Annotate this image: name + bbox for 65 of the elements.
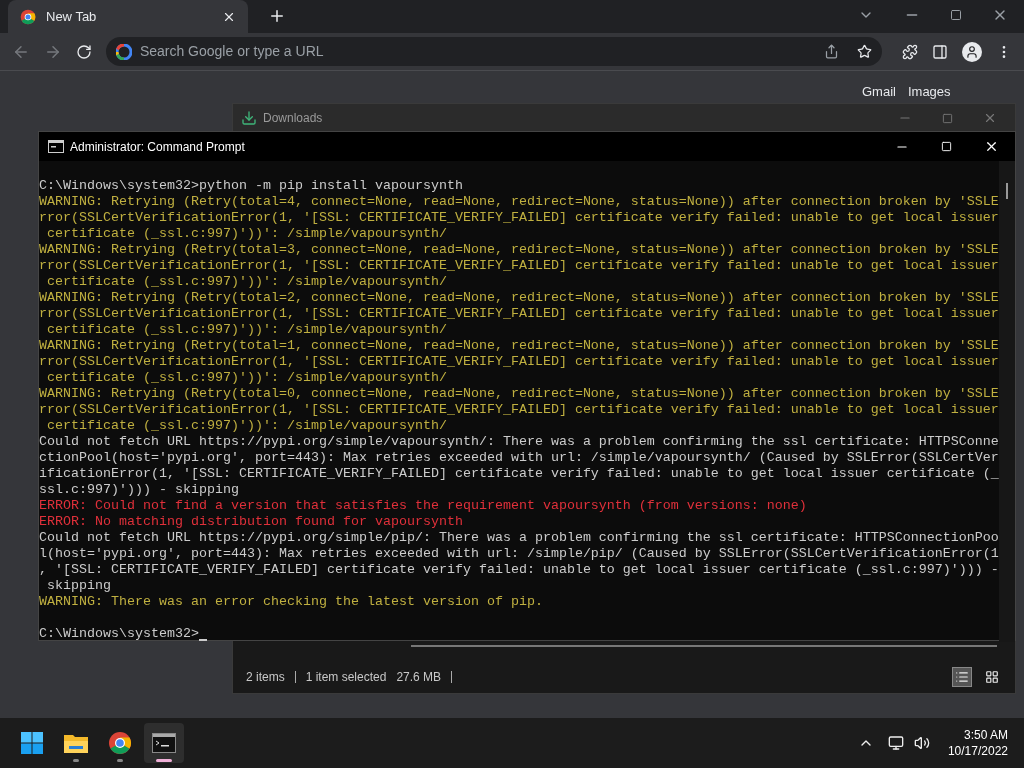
share-icon[interactable] xyxy=(824,44,840,59)
volume-icon[interactable] xyxy=(913,735,930,751)
list-icon xyxy=(955,670,969,684)
console-line: Could not fetch URL https://pypi.org/simple/pip/: There was a problem confirming the ssl certificate: HTTPSConnectionPoo xyxy=(39,530,999,546)
window-title: Administrator: Command Prompt xyxy=(70,138,246,156)
details-view-button[interactable] xyxy=(952,667,972,687)
console-line: C:\Windows\system32> xyxy=(39,626,199,642)
warning-line: rror(SSLCertVerificationError(1, '[SSL: CERTIFICATE_VERIFY_FAILED] certificate verify failed: unable to get local issuer xyxy=(39,354,999,370)
close-icon[interactable] xyxy=(984,139,999,154)
page-link[interactable]: Gmail xyxy=(862,84,896,99)
reload-icon[interactable] xyxy=(75,43,92,60)
extensions-icon[interactable] xyxy=(902,43,919,60)
console-line: C:\Windows\system32>python -m pip install vapoursynth xyxy=(39,178,463,194)
item-count: 2 items xyxy=(246,669,285,686)
warning-line: certificate (_ssl.c:997)'))': /simple/vapoursynth/ xyxy=(46,226,447,242)
chrome-icon xyxy=(108,731,132,755)
selection-info: 1 item selected xyxy=(305,669,387,686)
warning-line: WARNING: Retrying (Retry(total=2, connect=None, read=None, redirect=None, status=None)) after connection broken by 'SSLE xyxy=(39,290,999,306)
error-line: ERROR: No matching distribution found for vapoursynth xyxy=(39,514,463,530)
new-tab-icon[interactable] xyxy=(268,7,286,25)
console-line: l(host='pypi.org', port=443): Max retries exceeded with url: /simple/pip/ (Caused by SSLError(SSLCertVerificationError(1 xyxy=(39,546,999,562)
google-icon xyxy=(115,43,132,60)
tab-title: New Tab xyxy=(46,7,98,26)
profile-avatar[interactable] xyxy=(962,41,983,62)
side-panel-icon[interactable] xyxy=(932,43,949,60)
console-line: skipping xyxy=(46,578,111,594)
network-icon[interactable] xyxy=(887,735,904,751)
download-icon xyxy=(241,110,257,126)
console-line: Could not fetch URL https://pypi.org/simple/vapoursynth/: There was a problem confirming the ssl certificate: HTTPSConne xyxy=(39,434,999,450)
warning-line: WARNING: There was an error checking the latest version of pip. xyxy=(39,594,543,610)
warning-line: certificate (_ssl.c:997)'))': /simple/vapoursynth/ xyxy=(46,370,447,386)
scroll-bar[interactable] xyxy=(999,161,1015,642)
warning-line: WARNING: Retrying (Retry(total=4, connect=None, read=None, redirect=None, status=None)) after connection broken by 'SSLE xyxy=(39,194,999,210)
console-icon xyxy=(48,140,64,153)
warning-line: WARNING: Retrying (Retry(total=0, connect=None, read=None, redirect=None, status=None)) after connection broken by 'SSLE xyxy=(39,386,999,402)
page-link[interactable]: Images xyxy=(907,84,951,99)
text-cursor xyxy=(198,639,207,641)
warning-line: certificate (_ssl.c:997)'))': /simple/vapoursynth/ xyxy=(46,322,447,338)
warning-line: rror(SSLCertVerificationError(1, '[SSL: CERTIFICATE_VERIFY_FAILED] certificate verify failed: unable to get local issuer xyxy=(39,210,999,226)
warning-line: WARNING: Retrying (Retry(total=3, connect=None, read=None, redirect=None, status=None)) after connection broken by 'SSLE xyxy=(39,242,999,258)
warning-line: certificate (_ssl.c:997)'))': /simple/vapoursynth/ xyxy=(46,418,447,434)
clock-date: 10/17/2022 xyxy=(947,743,1008,759)
address-bar[interactable]: Search Google or type a URL xyxy=(105,37,883,66)
console-line: ssl.c:997)'))) - skipping xyxy=(39,482,239,498)
console-line: , '[SSL: CERTIFICATE_VERIFY_FAILED] certificate verify failed: unable to get local issuer certificate (_ssl.c:997)'))) - xyxy=(39,562,999,578)
grid-icon xyxy=(985,670,999,684)
star-icon[interactable] xyxy=(857,44,873,59)
warning-line: WARNING: Retrying (Retry(total=1, connect=None, read=None, redirect=None, status=None)) after connection broken by 'SSLE xyxy=(39,338,999,354)
selection-size: 27.6 MB xyxy=(396,669,442,686)
warning-line: rror(SSLCertVerificationError(1, '[SSL: CERTIFICATE_VERIFY_FAILED] certificate verify failed: unable to get local issuer xyxy=(39,402,999,418)
browser-tab[interactable]: New Tab xyxy=(8,0,248,33)
console-line: ificationError(1, '[SSL: CERTIFICATE_VERIFY_FAILED] certificate verify failed: unable to get local issuer certificate (_ xyxy=(39,466,999,482)
restore-icon[interactable] xyxy=(950,9,962,21)
folder-icon xyxy=(63,732,89,754)
clock[interactable]: 3:50 AM 10/17/2022 xyxy=(947,727,1008,759)
warning-line: certificate (_ssl.c:997)'))': /simple/vapoursynth/ xyxy=(46,274,447,290)
console-line: ctionPool(host='pypi.org', port=443): Max retries exceeded with url: /simple/vapoursynth/ (Caused by SSLError(SSLCertVer xyxy=(39,450,999,466)
warning-line: rror(SSLCertVerificationError(1, '[SSL: CERTIFICATE_VERIFY_FAILED] certificate verify failed: unable to get local issuer xyxy=(39,306,999,322)
chrome-logo-icon xyxy=(20,8,36,25)
clock-time: 3:50 AM xyxy=(963,727,1008,743)
taskbar-app-button[interactable] xyxy=(144,723,184,763)
window-title: Downloads xyxy=(263,110,324,127)
warning-line: rror(SSLCertVerificationError(1, '[SSL: CERTIFICATE_VERIFY_FAILED] certificate verify failed: unable to get local issuer xyxy=(39,258,999,274)
terminal-icon xyxy=(152,733,176,753)
error-line: ERROR: Could not find a version that satisfies the requirement vapoursynth (from versions: none) xyxy=(39,498,807,514)
